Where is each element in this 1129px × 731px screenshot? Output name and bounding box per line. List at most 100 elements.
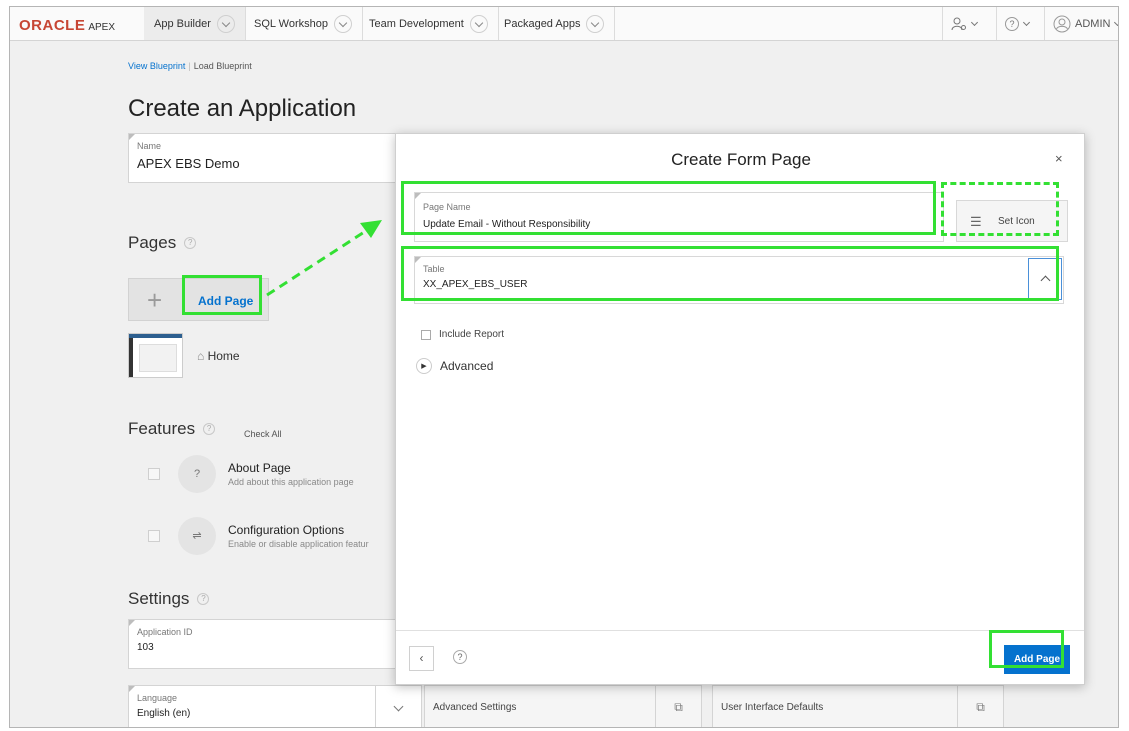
- apex-window: ORACLE APEX App Builder SQL Workshop Tea…: [9, 6, 1119, 728]
- dialog-footer: ‹ ? Add Page: [396, 630, 1084, 684]
- set-icon-button[interactable]: ☰ Set Icon: [956, 200, 1068, 242]
- home-page-item[interactable]: ⌂ Home: [197, 349, 240, 363]
- application-id-field[interactable]: Application ID 103: [128, 619, 398, 669]
- create-form-page-dialog: Create Form Page × Page Name Update Emai…: [395, 133, 1085, 685]
- chevron-down-icon[interactable]: [216, 14, 235, 33]
- expand-triangle-icon: ▶: [416, 358, 432, 374]
- application-id-value: 103: [137, 642, 154, 653]
- app-name-field[interactable]: Name APEX EBS Demo: [128, 133, 398, 183]
- nav-tab-label: App Builder: [154, 17, 211, 30]
- language-dropdown-toggle[interactable]: [375, 686, 421, 727]
- feature-checkbox[interactable]: [148, 468, 160, 480]
- nav-tab-team-development[interactable]: Team Development: [359, 7, 499, 40]
- chevron-down-icon: [1022, 18, 1031, 26]
- help-icon[interactable]: ?: [197, 593, 210, 605]
- language-select[interactable]: Language English (en): [128, 685, 422, 727]
- home-page-thumbnail[interactable]: [128, 333, 183, 378]
- pages-heading: Pages ?: [128, 233, 197, 253]
- table-select[interactable]: Table XX_APEX_EBS_USER: [414, 256, 1064, 304]
- ui-defaults-button[interactable]: User Interface Defaults ⧉: [712, 685, 1004, 727]
- dialog-title: Create Form Page: [671, 150, 811, 169]
- nav-tab-label: Team Development: [369, 17, 464, 30]
- chevron-down-icon[interactable]: [586, 14, 605, 33]
- top-navigation-bar: ORACLE APEX App Builder SQL Workshop Tea…: [10, 7, 1118, 41]
- brand-apex: APEX: [88, 22, 116, 33]
- chevron-down-icon: [970, 18, 979, 26]
- set-icon-label: Set Icon: [998, 216, 1035, 227]
- app-name-value: APEX EBS Demo: [137, 156, 240, 171]
- oracle-apex-logo[interactable]: ORACLE APEX: [19, 17, 116, 34]
- features-heading-text: Features: [128, 419, 196, 438]
- include-report-option[interactable]: Include Report: [421, 329, 504, 340]
- icon-picker-icon: ☰: [970, 214, 982, 229]
- application-id-label: Application ID: [137, 627, 193, 637]
- advanced-settings-label: Advanced Settings: [433, 702, 517, 713]
- feature-title: Configuration Options: [228, 523, 345, 537]
- feature-description: Add about this application page: [228, 477, 354, 487]
- previous-button[interactable]: ‹: [409, 646, 434, 671]
- chevron-down-icon: [1114, 18, 1118, 26]
- open-dialog-icon: ⧉: [957, 686, 1003, 727]
- advanced-label: Advanced: [440, 359, 494, 373]
- required-marker: [129, 134, 135, 140]
- help-icon[interactable]: ?: [184, 237, 197, 249]
- page-name-value: Update Email - Without Responsibility: [423, 219, 591, 230]
- chevron-down-icon[interactable]: [333, 14, 352, 33]
- help-icon: ?: [1005, 16, 1019, 31]
- home-page-label: Home: [207, 349, 240, 363]
- features-heading: Features ?: [128, 419, 216, 439]
- link-separator: |: [188, 61, 191, 71]
- admin-tools-menu[interactable]: [942, 7, 985, 40]
- page-name-label: Page Name: [423, 202, 471, 212]
- help-circle-icon: ?: [178, 455, 216, 493]
- chevron-down-icon[interactable]: [469, 14, 488, 33]
- add-page-button[interactable]: Add Page: [1004, 645, 1070, 674]
- page-name-input[interactable]: Page Name Update Email - Without Respons…: [414, 192, 944, 242]
- nav-tab-label: SQL Workshop: [254, 17, 328, 30]
- required-marker: [129, 686, 135, 692]
- sliders-icon: ⇌: [178, 517, 216, 555]
- required-marker: [415, 193, 421, 199]
- nav-tab-sql-workshop[interactable]: SQL Workshop: [244, 7, 363, 40]
- check-all-link[interactable]: Check All: [244, 429, 282, 439]
- user-settings-icon: [951, 17, 966, 30]
- nav-tab-label: Packaged Apps: [504, 17, 581, 30]
- page-title: Create an Application: [128, 95, 357, 122]
- help-icon[interactable]: ?: [203, 423, 216, 435]
- open-dialog-icon: ⧉: [655, 686, 701, 727]
- required-marker: [129, 620, 135, 626]
- feature-configuration-options: ⇌ Configuration Options Enable or disabl…: [146, 515, 406, 561]
- chevron-down-icon: [393, 701, 404, 712]
- nav-tab-app-builder[interactable]: App Builder: [144, 7, 246, 40]
- add-page-label: Add Page: [198, 294, 254, 308]
- ui-defaults-label: User Interface Defaults: [721, 702, 824, 713]
- advanced-section-toggle[interactable]: ▶ Advanced: [416, 358, 493, 374]
- help-menu[interactable]: ?: [996, 7, 1037, 40]
- thumbnail-sidebar: [129, 338, 133, 377]
- language-label: Language: [137, 693, 178, 703]
- thumbnail-body: [139, 344, 177, 372]
- table-value: XX_APEX_EBS_USER: [423, 279, 528, 290]
- home-icon: ⌂: [197, 349, 205, 363]
- load-blueprint-link[interactable]: Load Blueprint: [194, 61, 252, 71]
- view-blueprint-link[interactable]: View Blueprint: [128, 61, 185, 71]
- add-page-tile[interactable]: + Add Page: [128, 278, 269, 321]
- feature-checkbox[interactable]: [148, 530, 160, 542]
- plus-icon: +: [147, 285, 163, 315]
- user-name: ADMIN: [1075, 17, 1111, 30]
- user-avatar-icon: [1053, 15, 1071, 32]
- language-value: English (en): [137, 708, 191, 719]
- help-icon[interactable]: ?: [453, 650, 467, 664]
- advanced-settings-button[interactable]: Advanced Settings ⧉: [424, 685, 702, 727]
- chevron-up-icon[interactable]: [1028, 258, 1062, 300]
- include-report-checkbox[interactable]: [421, 329, 431, 340]
- brand-oracle: ORACLE: [19, 17, 86, 34]
- user-menu[interactable]: ADMIN: [1044, 7, 1118, 40]
- table-label: Table: [423, 264, 445, 274]
- nav-tab-packaged-apps[interactable]: Packaged Apps: [494, 7, 616, 40]
- settings-heading: Settings ?: [128, 589, 210, 609]
- close-icon[interactable]: ×: [1055, 151, 1063, 166]
- include-report-label: Include Report: [439, 329, 505, 340]
- settings-heading-text: Settings: [128, 589, 190, 608]
- app-name-label: Name: [137, 141, 162, 151]
